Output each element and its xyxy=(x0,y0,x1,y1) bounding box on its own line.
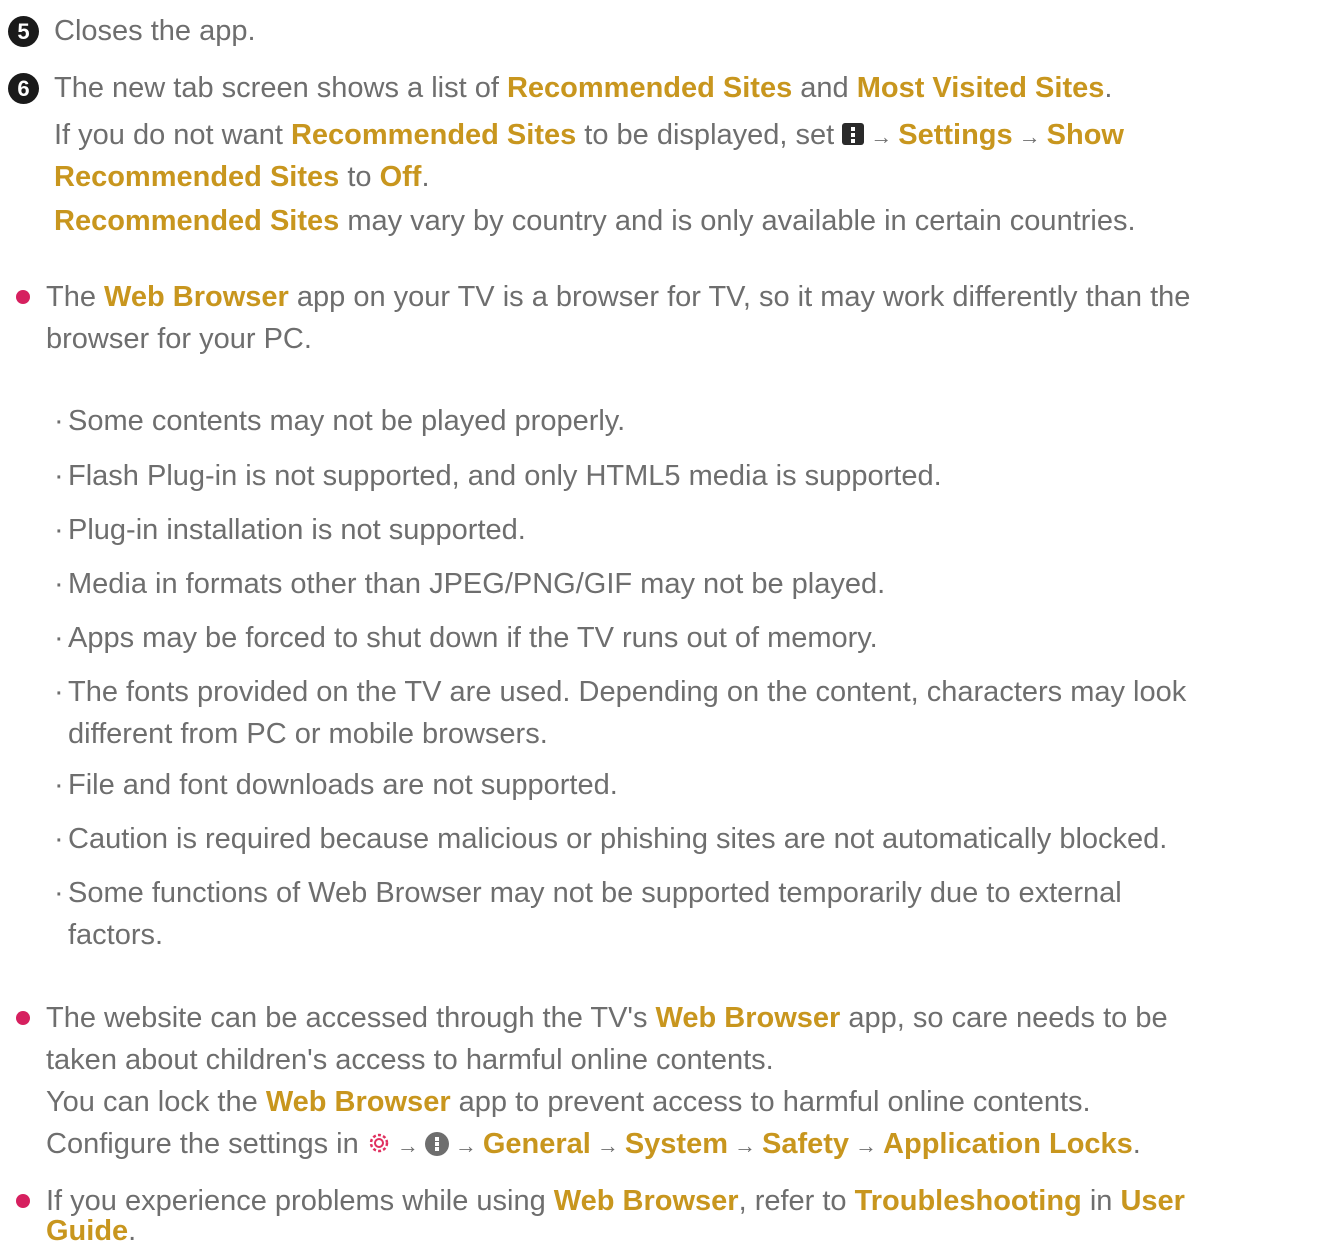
bullet-1-line-1: The Web Browser app on your TV is a brow… xyxy=(46,281,1191,313)
sub-item: · Caution is required because malicious o… xyxy=(54,823,1168,855)
step-6-line-4: Recommended Sites may vary by country an… xyxy=(54,205,1136,237)
bullet-dot xyxy=(16,290,30,304)
sub-item-continued: different from PC or mobile browsers. xyxy=(68,718,548,750)
step-6-line-3: Recommended Sites to Off. xyxy=(54,161,430,193)
arrow-icon: → xyxy=(870,124,893,149)
sub-item: · Some functions of Web Browser may not b… xyxy=(54,877,1122,909)
sub-item: · Some contents may not be played properl… xyxy=(54,405,626,437)
bullet-dot xyxy=(16,1194,30,1208)
arrow-icon: → xyxy=(454,1133,477,1158)
sub-item: · File and font downloads are not support… xyxy=(54,769,618,801)
bullet-2-line-2: taken about children's access to harmful… xyxy=(46,1044,774,1076)
arrow-icon: → xyxy=(396,1133,419,1158)
step-number-5: 5 xyxy=(8,16,39,47)
bullet-2-line-3: You can lock the Web Browser app to prev… xyxy=(46,1086,1091,1118)
bullet-2-line-4: Configure the settings in → → General → Syst… xyxy=(46,1128,1141,1160)
bullet-2-line-1: The website can be accessed through the … xyxy=(46,1002,1168,1034)
sub-item: · Flash Plug-in is not supported, and onl… xyxy=(54,460,942,492)
bullet-dot xyxy=(16,1011,30,1025)
arrow-icon: → xyxy=(855,1133,878,1158)
step-5-text: Closes the app. xyxy=(54,15,256,47)
sub-item: · Media in formats other than JPEG/PNG/GI… xyxy=(54,568,886,600)
sub-item: · The fonts provided on the TV are used. … xyxy=(54,676,1187,708)
menu-icon xyxy=(842,123,865,145)
bullet-3-line-2: Guide. xyxy=(46,1215,137,1247)
sub-item: · Plug-in installation is not supported. xyxy=(54,514,526,546)
sub-item: · Apps may be forced to shut down if the … xyxy=(54,622,878,654)
bullet-3-line-1: If you experience problems while using W… xyxy=(46,1185,1185,1217)
bullet-1-line-2: browser for your PC. xyxy=(46,323,312,355)
step-6-line-2: If you do not want Recommended Sites to … xyxy=(54,119,1124,151)
settings-circle-icon xyxy=(424,1132,449,1156)
document-page: 5 Closes the app. 6 The new tab screen s… xyxy=(0,0,1330,1252)
arrow-icon: → xyxy=(733,1133,756,1158)
arrow-icon: → xyxy=(596,1133,619,1158)
step-6-line-1: The new tab screen shows a list of Recom… xyxy=(54,72,1113,104)
step-number-6: 6 xyxy=(8,73,39,104)
sub-item-continued: factors. xyxy=(68,919,164,951)
gear-icon xyxy=(369,1133,389,1153)
arrow-icon: → xyxy=(1018,124,1041,149)
